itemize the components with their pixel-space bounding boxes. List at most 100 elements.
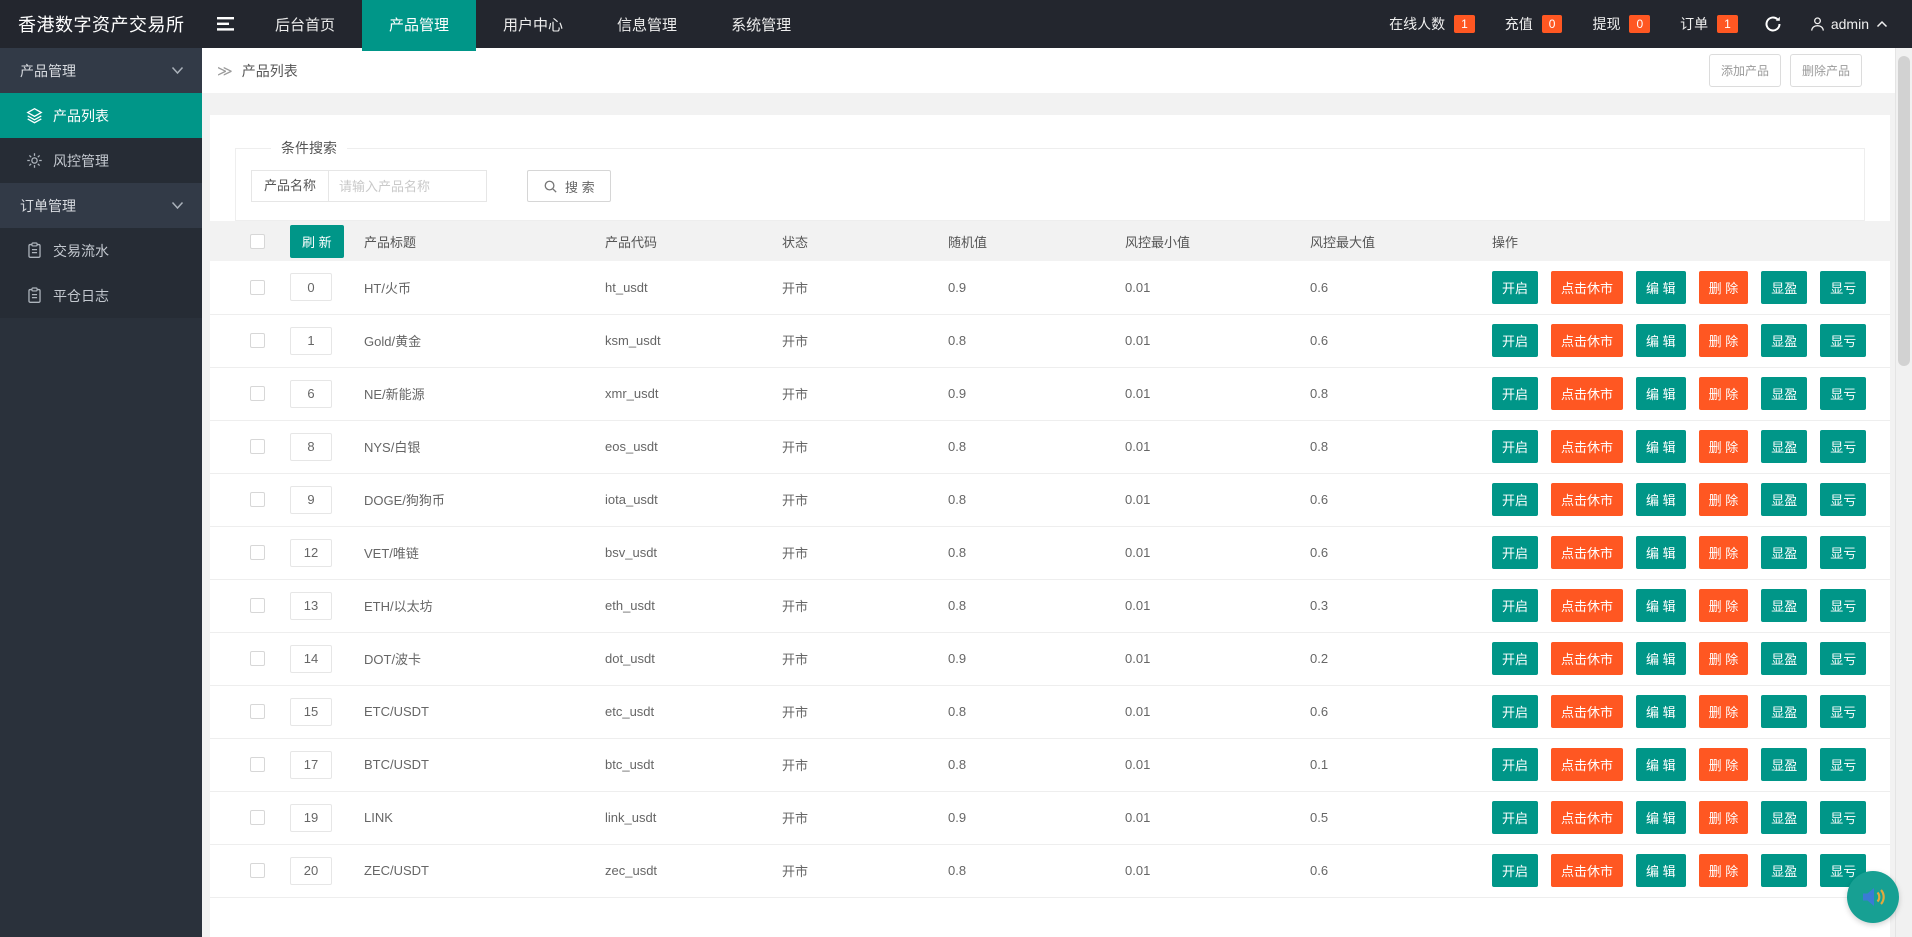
show-profit-button[interactable]: 显盈 [1761, 748, 1807, 781]
show-loss-button[interactable]: 显亏 [1820, 483, 1866, 516]
tab-system-management[interactable]: 系统管理 [704, 0, 818, 48]
scrollbar-thumb[interactable] [1898, 56, 1910, 366]
tab-info-management[interactable]: 信息管理 [590, 0, 704, 48]
stat-recharge[interactable]: 充值 0 [1505, 14, 1563, 34]
show-profit-button[interactable]: 显盈 [1761, 271, 1807, 304]
row-checkbox[interactable] [250, 386, 265, 401]
delete-button[interactable]: 删 除 [1699, 324, 1749, 357]
show-loss-button[interactable]: 显亏 [1820, 377, 1866, 410]
vertical-scrollbar[interactable] [1895, 48, 1912, 937]
delete-button[interactable]: 删 除 [1699, 271, 1749, 304]
show-loss-button[interactable]: 显亏 [1820, 748, 1866, 781]
delete-button[interactable]: 删 除 [1699, 430, 1749, 463]
close-market-button[interactable]: 点击休市 [1551, 536, 1623, 569]
row-checkbox[interactable] [250, 598, 265, 613]
edit-button[interactable]: 编 辑 [1636, 483, 1686, 516]
search-button[interactable]: 搜 索 [527, 170, 611, 202]
row-checkbox[interactable] [250, 863, 265, 878]
add-product-button[interactable]: 添加产品 [1709, 54, 1781, 87]
show-profit-button[interactable]: 显盈 [1761, 536, 1807, 569]
product-id-box[interactable]: 8 [290, 433, 332, 461]
sound-announcement-button[interactable] [1847, 871, 1899, 923]
close-market-button[interactable]: 点击休市 [1551, 695, 1623, 728]
stat-online-users[interactable]: 在线人数 1 [1389, 14, 1475, 34]
product-id-box[interactable]: 0 [290, 273, 332, 301]
show-loss-button[interactable]: 显亏 [1820, 801, 1866, 834]
product-id-box[interactable]: 19 [290, 804, 332, 832]
delete-button[interactable]: 删 除 [1699, 377, 1749, 410]
delete-product-button[interactable]: 删除产品 [1790, 54, 1862, 87]
close-market-button[interactable]: 点击休市 [1551, 589, 1623, 622]
product-id-box[interactable]: 1 [290, 327, 332, 355]
tab-dashboard[interactable]: 后台首页 [248, 0, 362, 48]
close-market-button[interactable]: 点击休市 [1551, 483, 1623, 516]
close-market-button[interactable]: 点击休市 [1551, 642, 1623, 675]
product-id-box[interactable]: 13 [290, 592, 332, 620]
show-profit-button[interactable]: 显盈 [1761, 642, 1807, 675]
delete-button[interactable]: 删 除 [1699, 536, 1749, 569]
row-checkbox[interactable] [250, 651, 265, 666]
select-all-checkbox[interactable] [250, 234, 265, 249]
close-market-button[interactable]: 点击休市 [1551, 377, 1623, 410]
edit-button[interactable]: 编 辑 [1636, 430, 1686, 463]
show-loss-button[interactable]: 显亏 [1820, 324, 1866, 357]
show-loss-button[interactable]: 显亏 [1820, 430, 1866, 463]
product-id-box[interactable]: 17 [290, 751, 332, 779]
show-profit-button[interactable]: 显盈 [1761, 377, 1807, 410]
show-loss-button[interactable]: 显亏 [1820, 589, 1866, 622]
open-market-button[interactable]: 开启 [1492, 801, 1538, 834]
open-market-button[interactable]: 开启 [1492, 642, 1538, 675]
edit-button[interactable]: 编 辑 [1636, 642, 1686, 675]
row-checkbox[interactable] [250, 810, 265, 825]
open-market-button[interactable]: 开启 [1492, 854, 1538, 887]
sidebar-item-risk-management[interactable]: 风控管理 [0, 138, 202, 183]
edit-button[interactable]: 编 辑 [1636, 324, 1686, 357]
open-market-button[interactable]: 开启 [1492, 377, 1538, 410]
stat-withdraw[interactable]: 提现 0 [1592, 14, 1650, 34]
refresh-table-button[interactable]: 刷 新 [290, 225, 344, 258]
sidebar-item-product-list[interactable]: 产品列表 [0, 93, 202, 138]
row-checkbox[interactable] [250, 439, 265, 454]
product-id-box[interactable]: 12 [290, 539, 332, 567]
show-profit-button[interactable]: 显盈 [1761, 324, 1807, 357]
edit-button[interactable]: 编 辑 [1636, 589, 1686, 622]
row-checkbox[interactable] [250, 492, 265, 507]
show-profit-button[interactable]: 显盈 [1761, 801, 1807, 834]
show-loss-button[interactable]: 显亏 [1820, 642, 1866, 675]
delete-button[interactable]: 删 除 [1699, 589, 1749, 622]
delete-button[interactable]: 删 除 [1699, 801, 1749, 834]
open-market-button[interactable]: 开启 [1492, 589, 1538, 622]
edit-button[interactable]: 编 辑 [1636, 536, 1686, 569]
show-loss-button[interactable]: 显亏 [1820, 536, 1866, 569]
show-profit-button[interactable]: 显盈 [1761, 430, 1807, 463]
show-profit-button[interactable]: 显盈 [1761, 589, 1807, 622]
show-profit-button[interactable]: 显盈 [1761, 854, 1807, 887]
edit-button[interactable]: 编 辑 [1636, 271, 1686, 304]
product-name-input[interactable] [329, 170, 487, 202]
edit-button[interactable]: 编 辑 [1636, 854, 1686, 887]
product-id-box[interactable]: 14 [290, 645, 332, 673]
delete-button[interactable]: 删 除 [1699, 642, 1749, 675]
sidebar-item-trade-flow[interactable]: 交易流水 [0, 228, 202, 273]
row-checkbox[interactable] [250, 757, 265, 772]
edit-button[interactable]: 编 辑 [1636, 748, 1686, 781]
show-loss-button[interactable]: 显亏 [1820, 271, 1866, 304]
sidebar-group-order-management[interactable]: 订单管理 [0, 183, 202, 228]
row-checkbox[interactable] [250, 333, 265, 348]
delete-button[interactable]: 删 除 [1699, 748, 1749, 781]
close-market-button[interactable]: 点击休市 [1551, 430, 1623, 463]
close-market-button[interactable]: 点击休市 [1551, 748, 1623, 781]
edit-button[interactable]: 编 辑 [1636, 801, 1686, 834]
show-profit-button[interactable]: 显盈 [1761, 695, 1807, 728]
product-id-box[interactable]: 9 [290, 486, 332, 514]
edit-button[interactable]: 编 辑 [1636, 377, 1686, 410]
close-market-button[interactable]: 点击休市 [1551, 854, 1623, 887]
row-checkbox[interactable] [250, 545, 265, 560]
close-market-button[interactable]: 点击休市 [1551, 801, 1623, 834]
product-id-box[interactable]: 6 [290, 380, 332, 408]
stat-orders[interactable]: 订单 1 [1680, 14, 1738, 34]
refresh-page-button[interactable] [1764, 15, 1782, 33]
open-market-button[interactable]: 开启 [1492, 536, 1538, 569]
open-market-button[interactable]: 开启 [1492, 748, 1538, 781]
tab-product-management[interactable]: 产品管理 [362, 0, 476, 48]
